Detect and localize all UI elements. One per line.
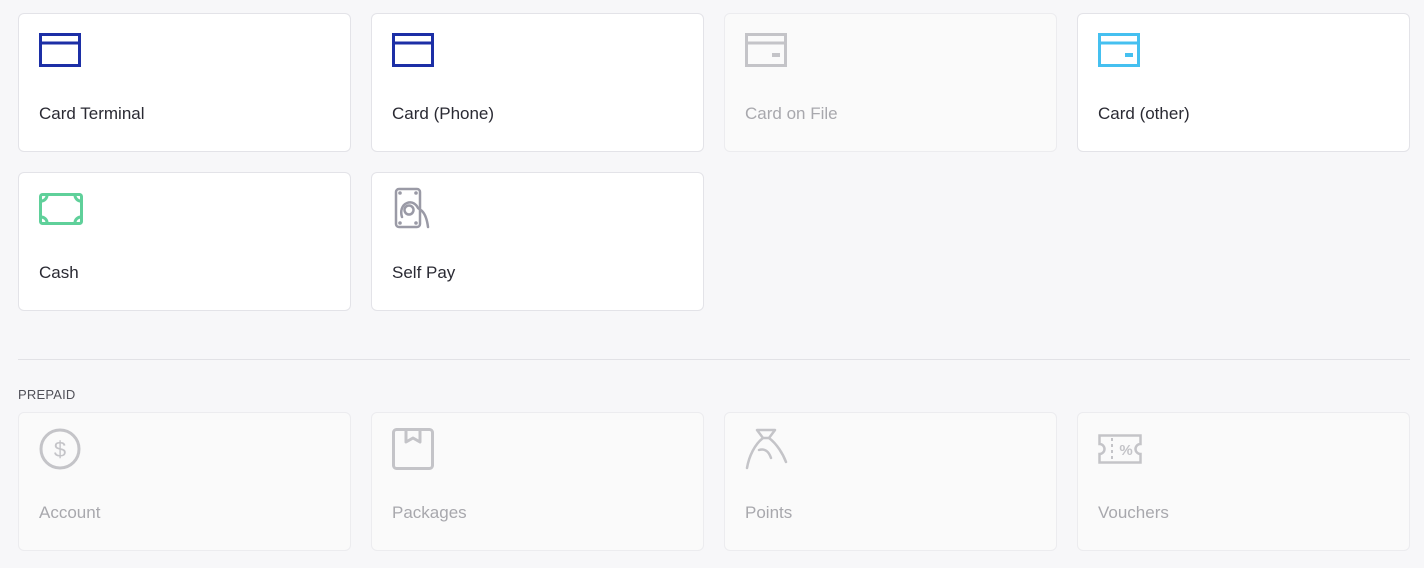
tile-points: Points: [724, 412, 1057, 551]
tile-label: Packages: [392, 503, 467, 522]
tile-label: Account: [39, 503, 101, 522]
tile-label: Card (other): [1098, 104, 1190, 123]
tile-label: Card (Phone): [392, 104, 495, 123]
svg-text:%: %: [1119, 442, 1132, 459]
tile-label: Card on File: [745, 104, 838, 123]
card-icon: [392, 31, 436, 69]
tile-packages: Packages: [371, 412, 704, 551]
tile-label: Points: [745, 503, 793, 522]
cash-icon: [39, 190, 83, 228]
payment-methods-grid: Card Terminal Card (Phone) Card on File: [18, 13, 1410, 311]
tile-cash[interactable]: Cash: [18, 172, 351, 311]
tile-label: Vouchers: [1098, 503, 1169, 522]
tile-card-on-file: Card on File: [724, 13, 1057, 152]
card-other-icon: [1098, 31, 1142, 69]
tile-card-phone[interactable]: Card (Phone): [371, 13, 704, 152]
svg-text:$: $: [54, 437, 66, 462]
tile-label: Self Pay: [392, 263, 456, 282]
points-bag-icon: [745, 428, 789, 470]
section-divider: [18, 359, 1410, 360]
tile-self-pay[interactable]: Self Pay: [371, 172, 704, 311]
self-pay-icon: [392, 187, 436, 229]
tile-label: Card Terminal: [39, 104, 145, 123]
prepaid-grid: $ Account Packages Points % Vouchers: [18, 412, 1410, 551]
voucher-icon: %: [1098, 430, 1142, 468]
card-icon: [39, 31, 83, 69]
dollar-coin-icon: $: [39, 428, 83, 470]
tile-card-other[interactable]: Card (other): [1077, 13, 1410, 152]
package-icon: [392, 428, 436, 470]
tile-label: Cash: [39, 263, 79, 282]
tile-vouchers: % Vouchers: [1077, 412, 1410, 551]
card-on-file-icon: [745, 31, 789, 69]
prepaid-section-title: PREPAID: [18, 387, 76, 402]
tile-card-terminal[interactable]: Card Terminal: [18, 13, 351, 152]
tile-account: $ Account: [18, 412, 351, 551]
